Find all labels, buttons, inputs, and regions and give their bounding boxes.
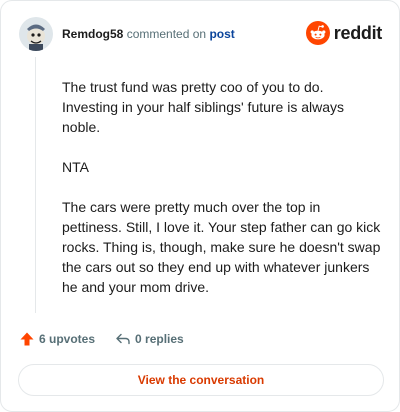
upvote-button[interactable]: 6 upvotes bbox=[19, 331, 95, 347]
comment-paragraph: The cars were pretty much over the top i… bbox=[62, 199, 381, 295]
username-link[interactable]: Remdog58 bbox=[62, 27, 123, 41]
comment-actions: 6 upvotes 0 replies bbox=[19, 331, 184, 347]
thread-line bbox=[35, 57, 36, 313]
reddit-logo-icon bbox=[305, 21, 330, 45]
comment-paragraph: NTA bbox=[62, 159, 89, 175]
comment-header: Remdog58 commented on post bbox=[19, 17, 235, 51]
avatar-icon bbox=[19, 17, 53, 51]
reply-arrow-icon bbox=[116, 333, 130, 345]
comment-body: The trust fund was pretty coo of you to … bbox=[62, 77, 382, 317]
action-text: commented on bbox=[126, 27, 207, 41]
comment-meta: Remdog58 commented on post bbox=[62, 27, 235, 41]
comment-paragraph: The trust fund was pretty coo of you to … bbox=[62, 79, 345, 135]
comment-embed-card: Remdog58 commented on post reddit The tr… bbox=[0, 0, 400, 412]
reddit-wordmark: reddit bbox=[333, 22, 383, 43]
upvote-arrow-icon bbox=[20, 332, 34, 346]
post-link[interactable]: post bbox=[209, 27, 234, 41]
view-conversation-button[interactable]: View the conversation bbox=[18, 364, 384, 396]
replies-button[interactable]: 0 replies bbox=[115, 331, 184, 347]
reddit-logo[interactable]: reddit bbox=[305, 21, 383, 45]
replies-count: 0 replies bbox=[135, 332, 184, 346]
upvotes-count: 6 upvotes bbox=[39, 332, 96, 346]
avatar[interactable] bbox=[19, 17, 53, 51]
